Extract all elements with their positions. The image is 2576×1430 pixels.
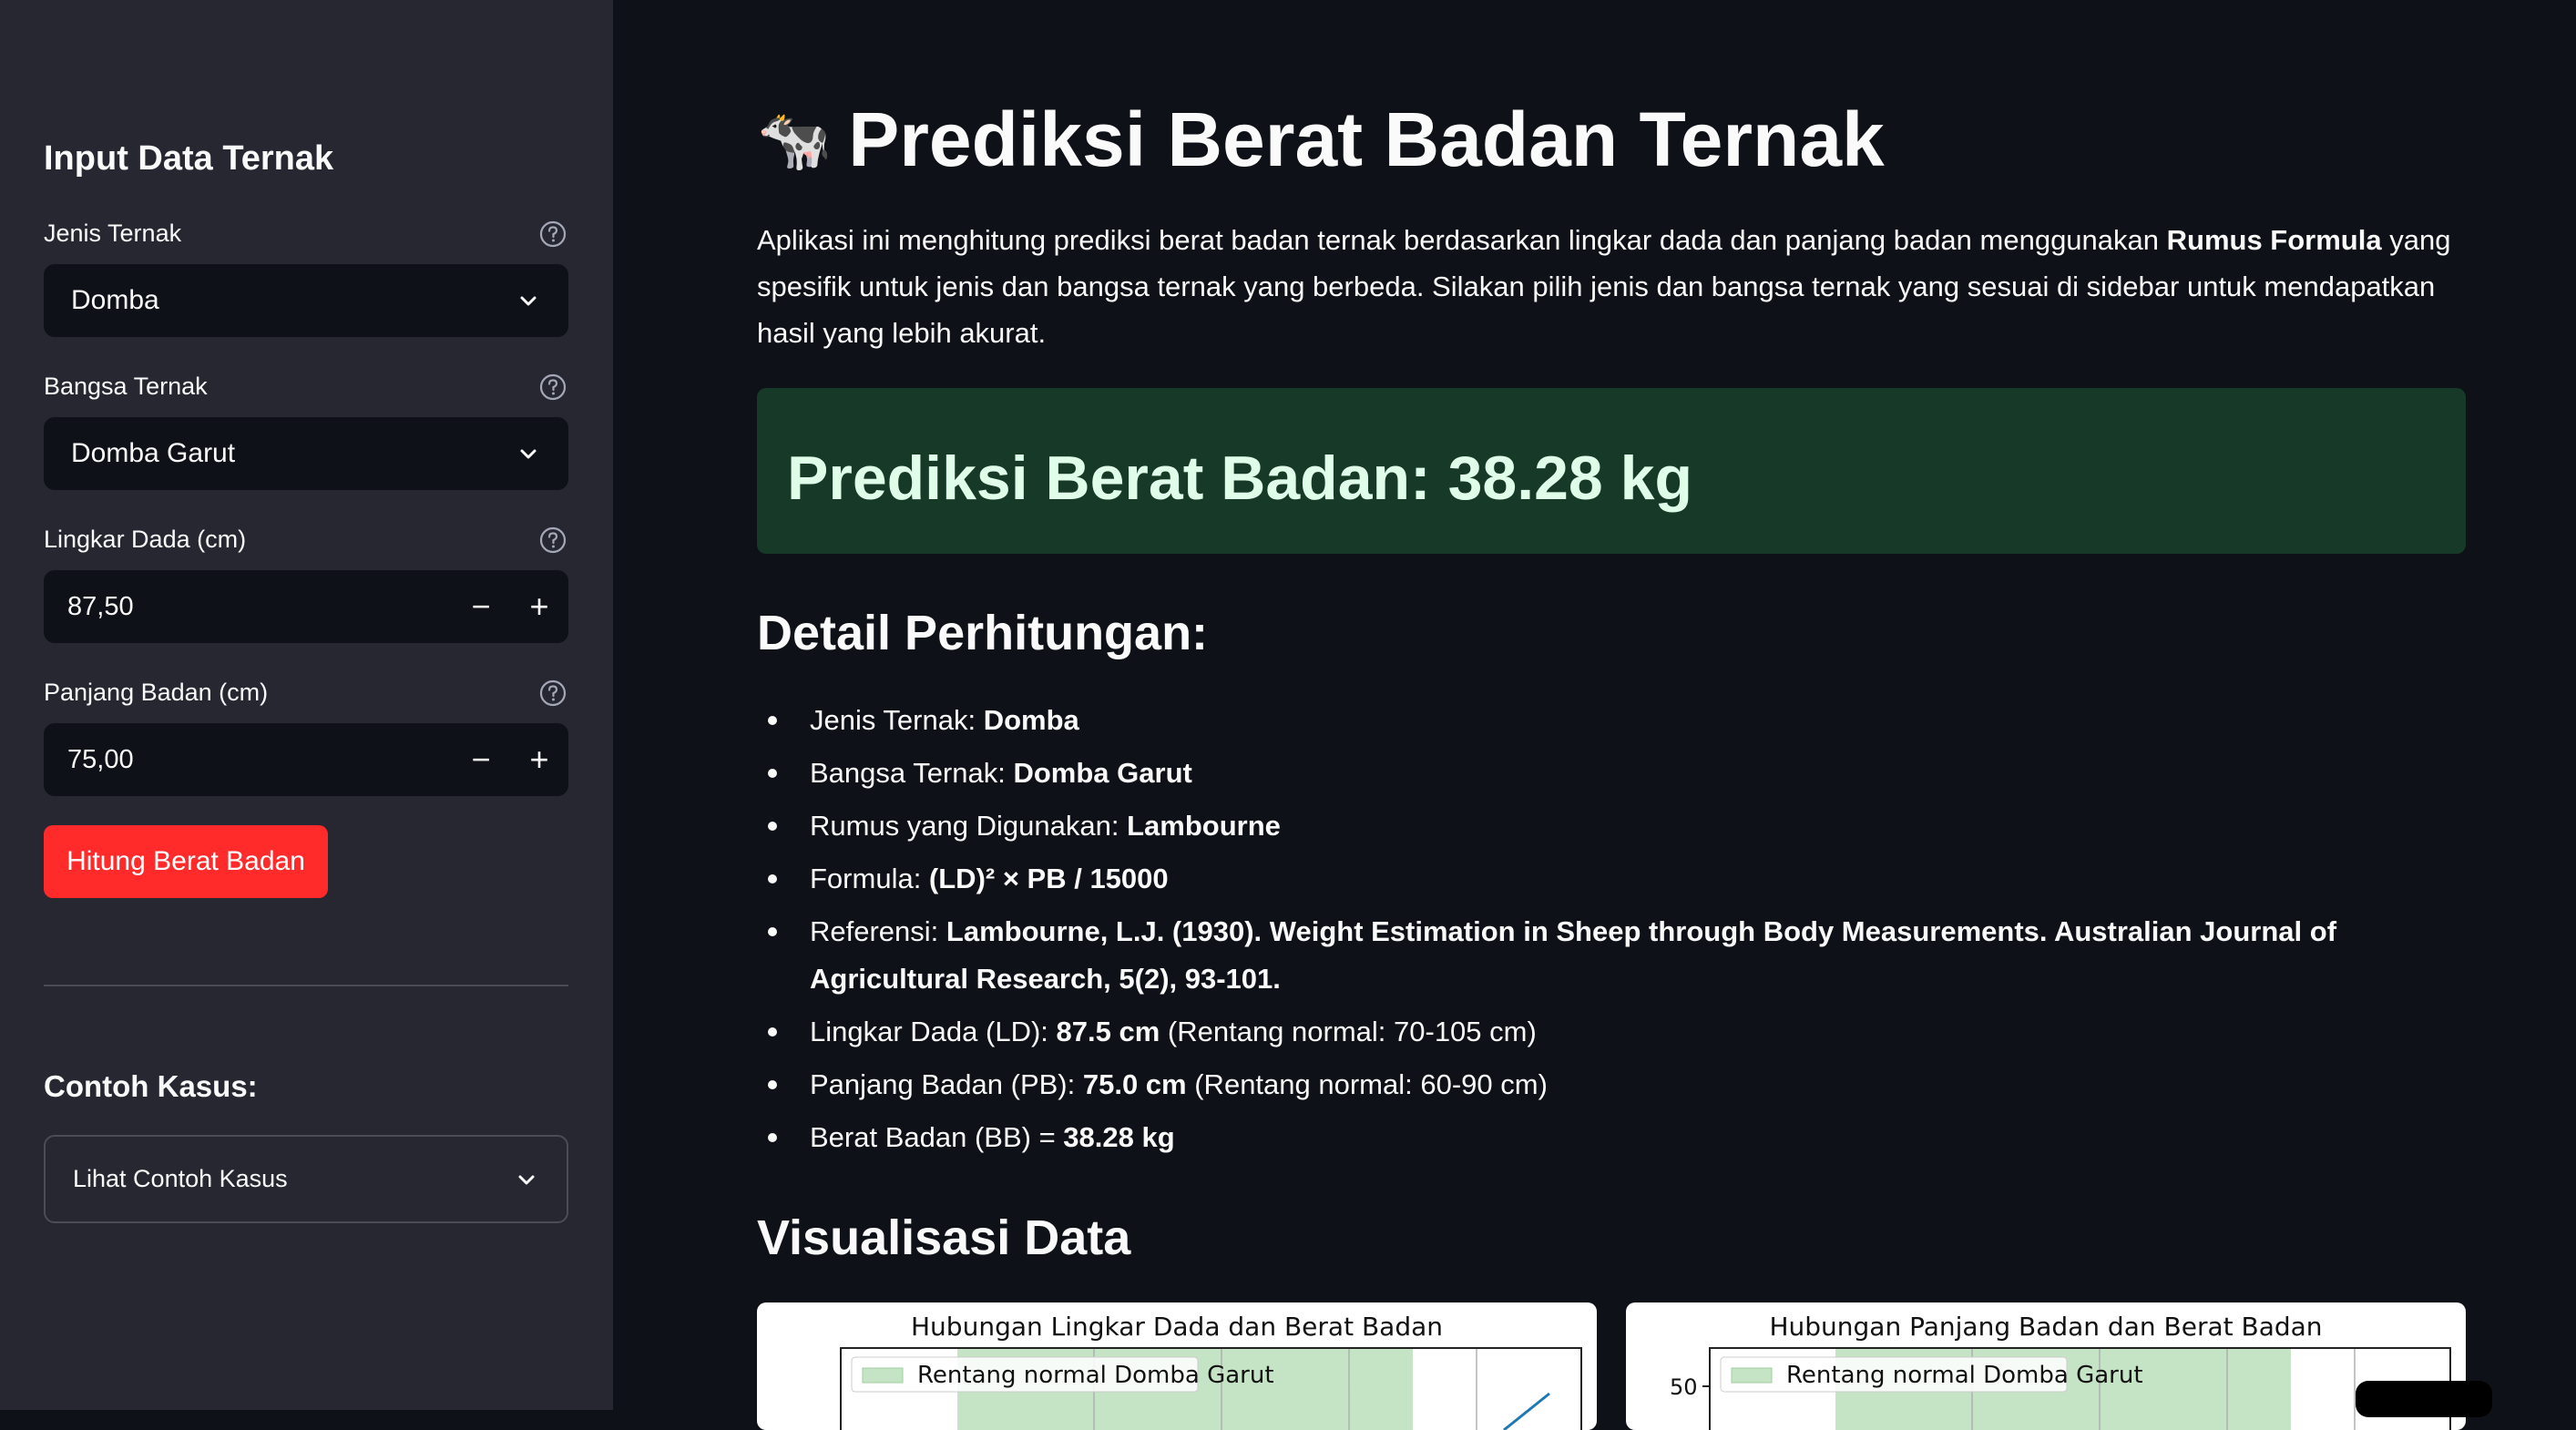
result-text: Prediksi Berat Badan: 38.28 kg: [787, 444, 1693, 513]
panjang-badan-value[interactable]: 75,00: [67, 745, 452, 775]
bangsa-ternak-select[interactable]: Domba Garut: [44, 417, 568, 490]
lingkar-dada-label: Lingkar Dada (cm): [44, 526, 247, 553]
lingkar-dada-value[interactable]: 87,50: [67, 592, 452, 622]
visualisasi-title: Visualisasi Data: [757, 1210, 1131, 1265]
plus-icon[interactable]: +: [510, 570, 568, 643]
list-item: Referensi: Lambourne, L.J. (1930). Weigh…: [757, 908, 2469, 1003]
y-tick-label: 50: [1670, 1374, 1698, 1400]
detail-title: Detail Perhitungan:: [757, 606, 1209, 660]
contoh-kasus-label: Lihat Contoh Kasus: [73, 1165, 288, 1192]
chart-plot: 50 Rentang normal Domba Garut: [1670, 1347, 2451, 1430]
chevron-down-icon: [518, 1175, 535, 1184]
lingkar-dada-input[interactable]: 87,50 − +: [44, 570, 568, 643]
list-item: Rumus yang Digunakan: Lambourne: [757, 802, 2469, 850]
main-content: 🐄 Prediksi Berat Badan Ternak Aplikasi i…: [613, 0, 2576, 1430]
panjang-badan-input[interactable]: 75,00 − +: [44, 723, 568, 796]
sidebar: Input Data Ternak Jenis Ternak Domba Ban…: [0, 0, 613, 1410]
list-item: Lingkar Dada (LD): 87.5 cm (Rentang norm…: [757, 1008, 2469, 1056]
sidebar-title: Input Data Ternak: [44, 139, 334, 178]
chevron-down-icon: [520, 449, 537, 459]
chart-lingkar-dada: Hubungan Lingkar Dada dan Berat Badan Re…: [757, 1302, 1597, 1430]
status-widget[interactable]: [2356, 1381, 2492, 1417]
hitung-berat-badan-button[interactable]: Hitung Berat Badan: [44, 825, 328, 898]
legend-label: Rentang normal Domba Garut: [1786, 1362, 2143, 1389]
list-item: Berat Badan (BB) = 38.28 kg: [757, 1114, 2469, 1161]
bangsa-ternak-label: Bangsa Ternak: [44, 373, 208, 400]
page-title-text: Prediksi Berat Badan Ternak: [848, 97, 1885, 182]
minus-icon[interactable]: −: [452, 723, 510, 796]
intro-paragraph: Aplikasi ini menghitung prediksi berat b…: [757, 217, 2469, 356]
intro-text-1: Aplikasi ini menghitung prediksi berat b…: [757, 224, 2167, 256]
cow-icon: 🐄: [757, 105, 833, 173]
result-alert: Prediksi Berat Badan: 38.28 kg: [757, 388, 2466, 554]
regression-line: [1503, 1392, 1550, 1430]
legend-swatch: [1731, 1367, 1773, 1384]
chart-panjang-badan: Hubungan Panjang Badan dan Berat Badan 5…: [1626, 1302, 2466, 1430]
help-icon[interactable]: [538, 373, 567, 402]
minus-icon[interactable]: −: [452, 570, 510, 643]
jenis-ternak-label: Jenis Ternak: [44, 220, 182, 247]
contoh-kasus-expander[interactable]: Lihat Contoh Kasus: [44, 1135, 568, 1223]
legend-label: Rentang normal Domba Garut: [917, 1362, 1274, 1389]
detail-list: Jenis Ternak: Domba Bangsa Ternak: Domba…: [757, 697, 2469, 1167]
help-icon[interactable]: [538, 526, 567, 555]
plus-icon[interactable]: +: [510, 723, 568, 796]
list-item: Panjang Badan (PB): 75.0 cm (Rentang nor…: [757, 1061, 2469, 1108]
list-item: Formula: (LD)² × PB / 15000: [757, 855, 2469, 903]
chevron-down-icon: [520, 296, 537, 306]
sidebar-divider: [44, 985, 568, 986]
help-icon[interactable]: [538, 220, 567, 249]
page-title: 🐄 Prediksi Berat Badan Ternak: [757, 96, 1885, 184]
jenis-ternak-select[interactable]: Domba: [44, 264, 568, 337]
panjang-badan-label: Panjang Badan (cm): [44, 679, 269, 706]
list-item: Bangsa Ternak: Domba Garut: [757, 750, 2469, 797]
legend-swatch: [862, 1367, 904, 1384]
list-item: Jenis Ternak: Domba: [757, 697, 2469, 744]
chart-plot: Rentang normal Domba Garut: [840, 1347, 1582, 1430]
contoh-kasus-title: Contoh Kasus:: [44, 1069, 258, 1103]
help-icon[interactable]: [538, 679, 567, 708]
jenis-ternak-value: Domba: [71, 285, 159, 315]
bangsa-ternak-value: Domba Garut: [71, 438, 236, 468]
intro-bold: Rumus Formula: [2166, 224, 2382, 256]
